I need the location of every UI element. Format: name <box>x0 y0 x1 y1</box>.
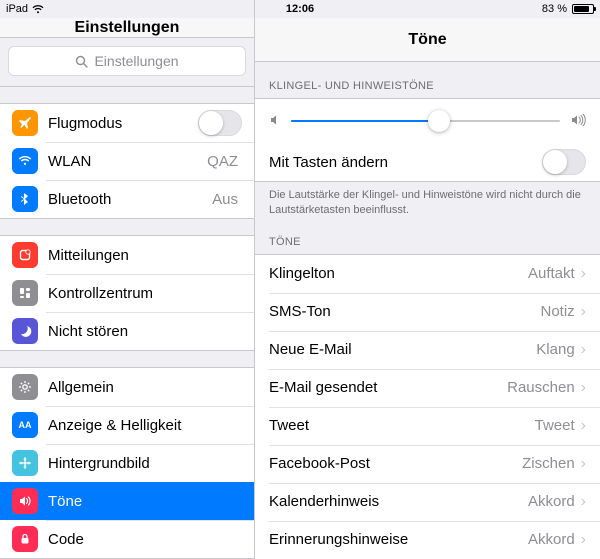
sidebar-item-sounds[interactable]: Töne <box>0 482 254 520</box>
search-icon <box>75 55 88 68</box>
notifications-icon <box>12 242 38 268</box>
dnd-icon <box>12 318 38 344</box>
tone-row[interactable]: TweetTweet › <box>255 407 600 445</box>
wallpaper-icon <box>12 450 38 476</box>
sidebar-item-dnd[interactable]: Nicht stören <box>0 312 254 350</box>
search-placeholder: Einstellungen <box>94 53 178 69</box>
battery-icon <box>572 4 594 14</box>
chevron-right-icon: › <box>581 379 586 397</box>
chevron-right-icon: › <box>581 531 586 549</box>
chevron-right-icon: › <box>581 341 586 359</box>
battery-percent: 83 % <box>542 3 567 15</box>
chevron-right-icon: › <box>581 455 586 473</box>
device-label: iPad <box>6 3 28 15</box>
airplane-icon <box>12 110 38 136</box>
bluetooth-icon <box>12 186 38 212</box>
change-with-buttons-label: Mit Tasten ändern <box>269 154 542 171</box>
change-with-buttons-switch[interactable] <box>542 149 586 175</box>
ringer-volume-slider[interactable] <box>291 109 560 133</box>
sidebar-item-label: Töne <box>48 493 242 510</box>
clock: 12:06 <box>286 3 314 15</box>
tone-row[interactable]: SMS-TonNotiz › <box>255 293 600 331</box>
tone-row[interactable]: E-Mail gesendetRauschen › <box>255 369 600 407</box>
tone-label: Neue E-Mail <box>269 341 536 358</box>
sidebar-item-label: Hintergrundbild <box>48 455 242 472</box>
sidebar-item-display[interactable]: AA Anzeige & Helligkeit <box>0 406 254 444</box>
detail-title: Töne <box>255 18 600 62</box>
tone-value: Zischen <box>522 455 575 472</box>
tone-row[interactable]: Facebook-PostZischen › <box>255 445 600 483</box>
tone-value: Notiz <box>540 303 574 320</box>
sidebar-item-wallpaper[interactable]: Hintergrundbild <box>0 444 254 482</box>
tone-row[interactable]: Neue E-MailKlang › <box>255 331 600 369</box>
section-label-tones: TÖNE <box>255 218 600 254</box>
ringer-volume-row <box>255 99 600 143</box>
chevron-right-icon: › <box>581 493 586 511</box>
sidebar-item-notifications[interactable]: Mitteilungen <box>0 236 254 274</box>
detail-pane: Töne KLINGEL- UND HINWEISTÖNE Mit Tasten… <box>255 0 600 559</box>
tone-label: E-Mail gesendet <box>269 379 507 396</box>
sidebar-item-detail: QAZ <box>207 153 238 170</box>
display-icon: AA <box>12 412 38 438</box>
tone-label: Erinnerungshinweise <box>269 531 528 548</box>
svg-text:AA: AA <box>19 420 32 430</box>
tone-label: Tweet <box>269 417 535 434</box>
sidebar-item-label: Allgemein <box>48 379 242 396</box>
wifi-status-icon <box>32 5 44 14</box>
sidebar-item-label: WLAN <box>48 153 207 170</box>
tone-row[interactable]: ErinnerungshinweiseAkkord › <box>255 521 600 559</box>
sounds-icon <box>12 488 38 514</box>
sidebar-item-label: Anzeige & Helligkeit <box>48 417 242 434</box>
wlan-icon <box>12 148 38 174</box>
controlcenter-icon <box>12 280 38 306</box>
sidebar-item-label: Bluetooth <box>48 191 212 208</box>
tone-value: Auftakt <box>528 265 575 282</box>
volume-low-icon <box>269 113 281 129</box>
sidebar-item-bluetooth[interactable]: BluetoothAus <box>0 180 254 218</box>
chevron-right-icon: › <box>581 417 586 435</box>
tone-value: Rauschen <box>507 379 575 396</box>
chevron-right-icon: › <box>581 303 586 321</box>
tone-value: Akkord <box>528 531 575 548</box>
sidebar-item-controlcenter[interactable]: Kontrollzentrum <box>0 274 254 312</box>
settings-sidebar: Einstellungen Einstellungen Flugmodus WLA… <box>0 0 255 559</box>
tone-label: SMS-Ton <box>269 303 540 320</box>
sidebar-item-label: Kontrollzentrum <box>48 285 242 302</box>
general-icon <box>12 374 38 400</box>
search-input[interactable]: Einstellungen <box>8 46 246 76</box>
tone-row[interactable]: KalenderhinweisAkkord › <box>255 483 600 521</box>
sidebar-item-general[interactable]: Allgemein <box>0 368 254 406</box>
sidebar-title: Einstellungen <box>0 18 254 38</box>
sidebar-item-airplane[interactable]: Flugmodus <box>0 104 254 142</box>
sidebar-item-label: Nicht stören <box>48 323 242 340</box>
airplane-switch[interactable] <box>198 110 242 136</box>
tone-row[interactable]: KlingeltonAuftakt › <box>255 255 600 293</box>
tone-value: Akkord <box>528 493 575 510</box>
volume-high-icon <box>570 113 586 129</box>
change-with-buttons-row: Mit Tasten ändern <box>255 143 600 181</box>
tone-value: Tweet <box>535 417 575 434</box>
sidebar-item-passcode[interactable]: Code <box>0 520 254 558</box>
status-bar: iPad 12:06 83 % <box>0 0 600 18</box>
sidebar-item-detail: Aus <box>212 191 238 208</box>
ringer-footer: Die Lautstärke der Klingel- und Hinweist… <box>255 182 600 218</box>
sidebar-item-label: Mitteilungen <box>48 247 242 264</box>
passcode-icon <box>12 526 38 552</box>
section-label-ringer: KLINGEL- UND HINWEISTÖNE <box>255 62 600 98</box>
chevron-right-icon: › <box>581 265 586 283</box>
tone-label: Kalenderhinweis <box>269 493 528 510</box>
sidebar-item-label: Flugmodus <box>48 115 198 132</box>
sidebar-item-wlan[interactable]: WLANQAZ <box>0 142 254 180</box>
tone-label: Facebook-Post <box>269 455 522 472</box>
tone-label: Klingelton <box>269 265 528 282</box>
tone-value: Klang <box>536 341 574 358</box>
sidebar-item-label: Code <box>48 531 242 548</box>
